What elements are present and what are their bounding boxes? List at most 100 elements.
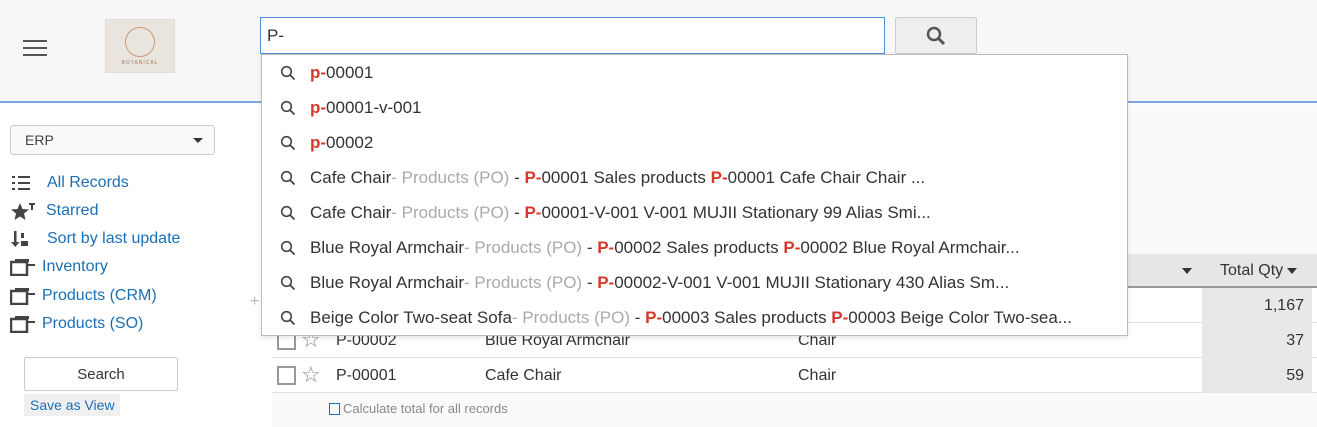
star-filter-icon — [10, 202, 35, 220]
suggestion-item[interactable]: Cafe Chair - Products (PO) - P- 00001 Sal… — [262, 160, 1127, 195]
sidebar-item-label: Sort by last update — [47, 230, 181, 247]
suggestion-text: 00002 Blue Royal Armchair... — [800, 237, 1020, 257]
suggestion-record-name: Cafe Chair — [310, 202, 392, 222]
star-icon[interactable]: ☆ — [301, 362, 321, 388]
product-name: Cafe Chair — [485, 367, 562, 384]
suggestion-separator: - — [509, 202, 525, 222]
suggestion-text: 00002 Sales products — [614, 237, 784, 257]
save-as-view-link[interactable]: Save as View — [24, 394, 120, 416]
sort-down-icon — [1287, 268, 1298, 274]
sidebar-item-label: Inventory — [42, 258, 108, 275]
search-input[interactable] — [260, 17, 885, 54]
sidebar-item-label: Products (SO) — [42, 315, 144, 332]
suggestion-text: 00002-V-001 V-001 MUJII Stationary 430 A… — [614, 272, 1010, 292]
total-qty: 59 — [1202, 358, 1312, 393]
suggestion-text: 00003 Sales products — [662, 307, 832, 327]
sidebar-item-products-so[interactable]: Products (SO) — [9, 313, 144, 335]
suggestion-text: 00001-V-001 V-001 MUJII Stationary 99 Al… — [541, 202, 931, 222]
suggestion-separator: - — [630, 307, 646, 327]
app-select-value: ERP — [25, 132, 54, 148]
sidebar-item-sort[interactable]: Sort by last update — [10, 228, 180, 250]
suggestion-separator: - — [509, 167, 525, 187]
search-icon — [280, 135, 296, 150]
sort-icon — [10, 230, 34, 248]
sidebar-item-label: All Records — [47, 174, 129, 191]
match-highlight: P- — [597, 237, 615, 257]
suggestion-text: 00001-v-001 — [326, 97, 422, 117]
table-row[interactable]: ☆ P-00001 Cafe Chair Chair 59 — [272, 358, 1317, 393]
total-qty: 37 — [1202, 323, 1312, 358]
column-menu-icon[interactable] — [1182, 268, 1192, 274]
search-icon — [280, 275, 296, 290]
match-highlight: p- — [310, 97, 327, 117]
suggestion-item[interactable]: p- 00002 — [262, 125, 1127, 160]
suggestion-source: - Products (PO) — [464, 237, 583, 257]
suggestion-text: 00001 Cafe Chair Chair ... — [727, 167, 926, 187]
search-suggestions-dropdown: p- 00001 p- 00001-v-001 p- 00002 Cafe Chair… — [261, 54, 1128, 336]
column-header-total-qty[interactable]: Total Qty — [1202, 254, 1312, 288]
suggestion-record-name: Beige Color Two-seat Sofa — [310, 307, 512, 327]
calculate-total-label: Calculate total for all records — [343, 401, 508, 416]
suggestion-item[interactable]: Blue Royal Armchair - Products (PO) - P-… — [262, 265, 1127, 300]
calculate-total-link[interactable]: Calculate total for all records — [329, 401, 508, 416]
suggestion-source: - Products (PO) — [391, 202, 510, 222]
sidebar-item-starred[interactable]: Starred — [10, 200, 98, 222]
calculator-icon — [329, 402, 340, 415]
suggestion-item[interactable]: p- 00001-v-001 — [262, 90, 1127, 125]
search-icon — [280, 240, 296, 255]
suggestion-item[interactable]: Cafe Chair - Products (PO) - P- 00001-V-0… — [262, 195, 1127, 230]
sidebar-item-all-records[interactable]: All Records — [10, 172, 129, 194]
match-highlight: P- — [710, 167, 728, 187]
search-icon — [280, 170, 296, 185]
search-icon — [280, 205, 296, 220]
match-highlight: p- — [310, 132, 327, 152]
suggestion-separator: - — [582, 237, 598, 257]
suggestion-record-name: Blue Royal Armchair — [310, 237, 465, 257]
suggestion-item[interactable]: Beige Color Two-seat Sofa - Products (PO… — [262, 300, 1127, 335]
suggestion-separator: - — [582, 272, 598, 292]
sidebar-item-products-crm[interactable]: Products (CRM) — [9, 285, 157, 307]
match-highlight: P- — [524, 167, 542, 187]
suggestion-text: 00003 Beige Color Two-sea... — [848, 307, 1072, 327]
search-icon — [280, 310, 296, 325]
suggestion-item[interactable]: p- 00001 — [262, 55, 1127, 90]
match-highlight: P- — [645, 307, 663, 327]
match-highlight: P- — [831, 307, 849, 327]
suggestion-text: 00001 Sales products — [541, 167, 711, 187]
app-select[interactable]: ERP — [10, 125, 215, 155]
search-icon — [926, 26, 946, 45]
suggestion-item[interactable]: Blue Royal Armchair - Products (PO) - P-… — [262, 230, 1127, 265]
chevron-down-icon — [193, 138, 203, 143]
company-logo[interactable]: BOTANICAL — [105, 19, 175, 73]
sidebar-item-label: Products (CRM) — [42, 287, 157, 304]
suggestion-text: 00001 — [326, 62, 374, 82]
suggestion-record-name: Blue Royal Armchair — [310, 272, 465, 292]
suggestion-text: 00002 — [326, 132, 374, 152]
suggestion-source: - Products (PO) — [464, 272, 583, 292]
search-icon — [280, 100, 296, 115]
sidebar-item-inventory[interactable]: Inventory — [9, 256, 108, 278]
sidebar-item-label: Starred — [46, 202, 99, 219]
folder-icon — [9, 315, 35, 334]
folder-icon — [9, 287, 35, 306]
product-id[interactable]: P-00001 — [336, 367, 397, 385]
match-highlight: P- — [524, 202, 542, 222]
sidebar: ERP All Records Starred Sort by last upd… — [0, 105, 250, 427]
row-checkbox[interactable] — [277, 366, 296, 385]
total-qty: 1,167 — [1202, 288, 1312, 323]
match-highlight: p- — [310, 62, 327, 82]
match-highlight: P- — [597, 272, 615, 292]
search-button[interactable] — [895, 17, 977, 54]
product-category: Chair — [798, 367, 837, 384]
search-icon — [280, 65, 296, 80]
suggestion-source: - Products (PO) — [511, 307, 631, 327]
sidebar-search-button[interactable]: Search — [24, 357, 178, 391]
logo-emblem — [125, 26, 155, 57]
suggestion-source: - Products (PO) — [391, 167, 510, 187]
list-icon — [10, 174, 34, 192]
logo-text: BOTANICAL — [121, 59, 159, 66]
hamburger-menu-icon[interactable] — [23, 40, 47, 58]
column-header-label: Total Qty — [1220, 262, 1284, 279]
match-highlight: P- — [783, 237, 801, 257]
suggestion-record-name: Cafe Chair — [310, 167, 392, 187]
